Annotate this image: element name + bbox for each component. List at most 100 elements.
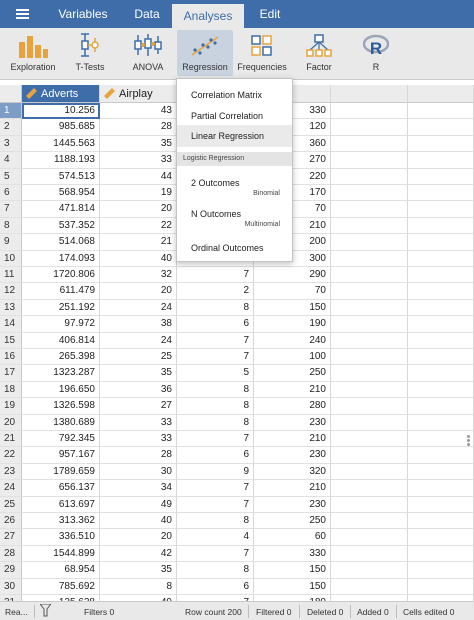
cell-col-6[interactable] bbox=[408, 135, 474, 153]
cell-airplay[interactable]: 33 bbox=[100, 431, 177, 448]
cell-airplay[interactable]: 49 bbox=[100, 496, 177, 513]
cell-col-6[interactable] bbox=[408, 447, 474, 464]
cell-adverts[interactable]: 196.650 bbox=[22, 381, 100, 399]
cell-airplay[interactable]: 20 bbox=[100, 201, 177, 218]
cell-col-4[interactable]: 250 bbox=[254, 365, 331, 382]
cell-col-6[interactable] bbox=[408, 381, 474, 399]
t-tests-button[interactable]: T-Tests bbox=[70, 30, 110, 76]
row-number[interactable]: 10 bbox=[0, 250, 22, 267]
cell-col-6[interactable] bbox=[408, 185, 474, 202]
row-number[interactable]: 12 bbox=[0, 283, 22, 300]
cell-col-5[interactable] bbox=[331, 398, 408, 415]
cell-col-5[interactable] bbox=[331, 267, 408, 284]
cell-adverts[interactable]: 97.972 bbox=[22, 316, 100, 333]
cell-adverts[interactable]: 313.362 bbox=[22, 513, 100, 530]
cell-airplay[interactable]: 33 bbox=[100, 152, 177, 169]
cell-col-4[interactable]: 70 bbox=[254, 283, 331, 300]
cell-adverts[interactable]: 10.256 bbox=[22, 103, 100, 120]
cell-adverts[interactable]: 68.954 bbox=[22, 562, 100, 579]
cell-col-5[interactable] bbox=[331, 529, 408, 546]
cell-col-4[interactable]: 230 bbox=[254, 496, 331, 513]
tab-analyses[interactable]: Analyses bbox=[172, 4, 244, 28]
row-number[interactable]: 17 bbox=[0, 365, 22, 382]
cell-col-5[interactable] bbox=[331, 234, 408, 251]
cell-adverts[interactable]: 336.510 bbox=[22, 529, 100, 546]
cell-col-5[interactable] bbox=[331, 447, 408, 464]
cell-col-6[interactable] bbox=[408, 201, 474, 218]
cell-adverts[interactable]: 957.167 bbox=[22, 447, 100, 464]
cell-col-3[interactable]: 8 bbox=[177, 513, 254, 530]
cell-col-5[interactable] bbox=[331, 316, 408, 333]
cell-airplay[interactable]: 24 bbox=[100, 299, 177, 317]
row-number[interactable]: 27 bbox=[0, 529, 22, 546]
cell-airplay[interactable]: 36 bbox=[100, 381, 177, 399]
cell-adverts[interactable]: 537.352 bbox=[22, 217, 100, 235]
cell-airplay[interactable]: 33 bbox=[100, 414, 177, 431]
row-number[interactable]: 7 bbox=[0, 201, 22, 218]
cell-adverts[interactable]: 611.479 bbox=[22, 283, 100, 300]
row-number[interactable]: 14 bbox=[0, 316, 22, 333]
cell-col-6[interactable] bbox=[408, 414, 474, 431]
cell-col-6[interactable] bbox=[408, 283, 474, 300]
cell-airplay[interactable]: 21 bbox=[100, 234, 177, 251]
corner-cell[interactable] bbox=[0, 85, 22, 103]
cell-col-3[interactable]: 2 bbox=[177, 283, 254, 300]
cell-col-4[interactable]: 320 bbox=[254, 463, 331, 481]
cell-airplay[interactable]: 38 bbox=[100, 316, 177, 333]
cell-col-3[interactable]: 7 bbox=[177, 431, 254, 448]
cell-col-3[interactable]: 8 bbox=[177, 398, 254, 415]
cell-airplay[interactable]: 27 bbox=[100, 398, 177, 415]
row-number[interactable]: 15 bbox=[0, 332, 22, 349]
cell-airplay[interactable]: 8 bbox=[100, 578, 177, 595]
cell-col-5[interactable] bbox=[331, 135, 408, 153]
cell-col-6[interactable] bbox=[408, 463, 474, 481]
cell-col-4[interactable]: 250 bbox=[254, 513, 331, 530]
row-number[interactable]: 9 bbox=[0, 234, 22, 251]
cell-col-5[interactable] bbox=[331, 168, 408, 185]
cell-col-3[interactable]: 8 bbox=[177, 299, 254, 317]
cell-col-4[interactable]: 100 bbox=[254, 349, 331, 366]
cell-col-6[interactable] bbox=[408, 168, 474, 185]
row-number[interactable]: 11 bbox=[0, 267, 22, 284]
cell-col-6[interactable] bbox=[408, 152, 474, 169]
cell-airplay[interactable]: 34 bbox=[100, 480, 177, 497]
cell-col-5[interactable] bbox=[331, 217, 408, 235]
cell-col-3[interactable]: 6 bbox=[177, 447, 254, 464]
cell-airplay[interactable]: 40 bbox=[100, 250, 177, 267]
cell-col-5[interactable] bbox=[331, 578, 408, 595]
row-number[interactable]: 2 bbox=[0, 119, 22, 136]
cell-airplay[interactable]: 20 bbox=[100, 283, 177, 300]
cell-col-6[interactable] bbox=[408, 496, 474, 513]
cell-adverts[interactable]: 1326.598 bbox=[22, 398, 100, 415]
cell-col-6[interactable] bbox=[408, 316, 474, 333]
cell-adverts[interactable]: 785.692 bbox=[22, 578, 100, 595]
cell-col-3[interactable]: 7 bbox=[177, 480, 254, 497]
cell-col-5[interactable] bbox=[331, 562, 408, 579]
row-number[interactable]: 5 bbox=[0, 168, 22, 185]
cell-adverts[interactable]: 613.697 bbox=[22, 496, 100, 513]
cell-airplay[interactable]: 32 bbox=[100, 267, 177, 284]
row-number[interactable]: 23 bbox=[0, 463, 22, 481]
row-number[interactable]: 16 bbox=[0, 349, 22, 366]
cell-col-6[interactable] bbox=[408, 513, 474, 530]
cell-adverts[interactable]: 1544.899 bbox=[22, 545, 100, 563]
cell-adverts[interactable]: 1188.193 bbox=[22, 152, 100, 169]
cell-col-5[interactable] bbox=[331, 250, 408, 267]
row-number[interactable]: 30 bbox=[0, 578, 22, 595]
cell-col-4[interactable]: 190 bbox=[254, 316, 331, 333]
cell-col-5[interactable] bbox=[331, 332, 408, 349]
cell-col-3[interactable]: 9 bbox=[177, 463, 254, 481]
row-number[interactable]: 13 bbox=[0, 299, 22, 317]
cell-airplay[interactable]: 35 bbox=[100, 562, 177, 579]
cell-col-6[interactable] bbox=[408, 103, 474, 120]
cell-col-3[interactable]: 7 bbox=[177, 267, 254, 284]
cell-col-4[interactable]: 150 bbox=[254, 299, 331, 317]
cell-adverts[interactable]: 406.814 bbox=[22, 332, 100, 349]
tab-edit[interactable]: Edit bbox=[244, 0, 296, 28]
cell-col-5[interactable] bbox=[331, 349, 408, 366]
row-number[interactable]: 28 bbox=[0, 545, 22, 563]
menu-item-n-outcomes[interactable]: N Outcomes Multinomial bbox=[177, 209, 292, 233]
cell-col-4[interactable]: 280 bbox=[254, 398, 331, 415]
cell-col-4[interactable]: 60 bbox=[254, 529, 331, 546]
exploration-button[interactable]: Exploration bbox=[6, 30, 60, 76]
